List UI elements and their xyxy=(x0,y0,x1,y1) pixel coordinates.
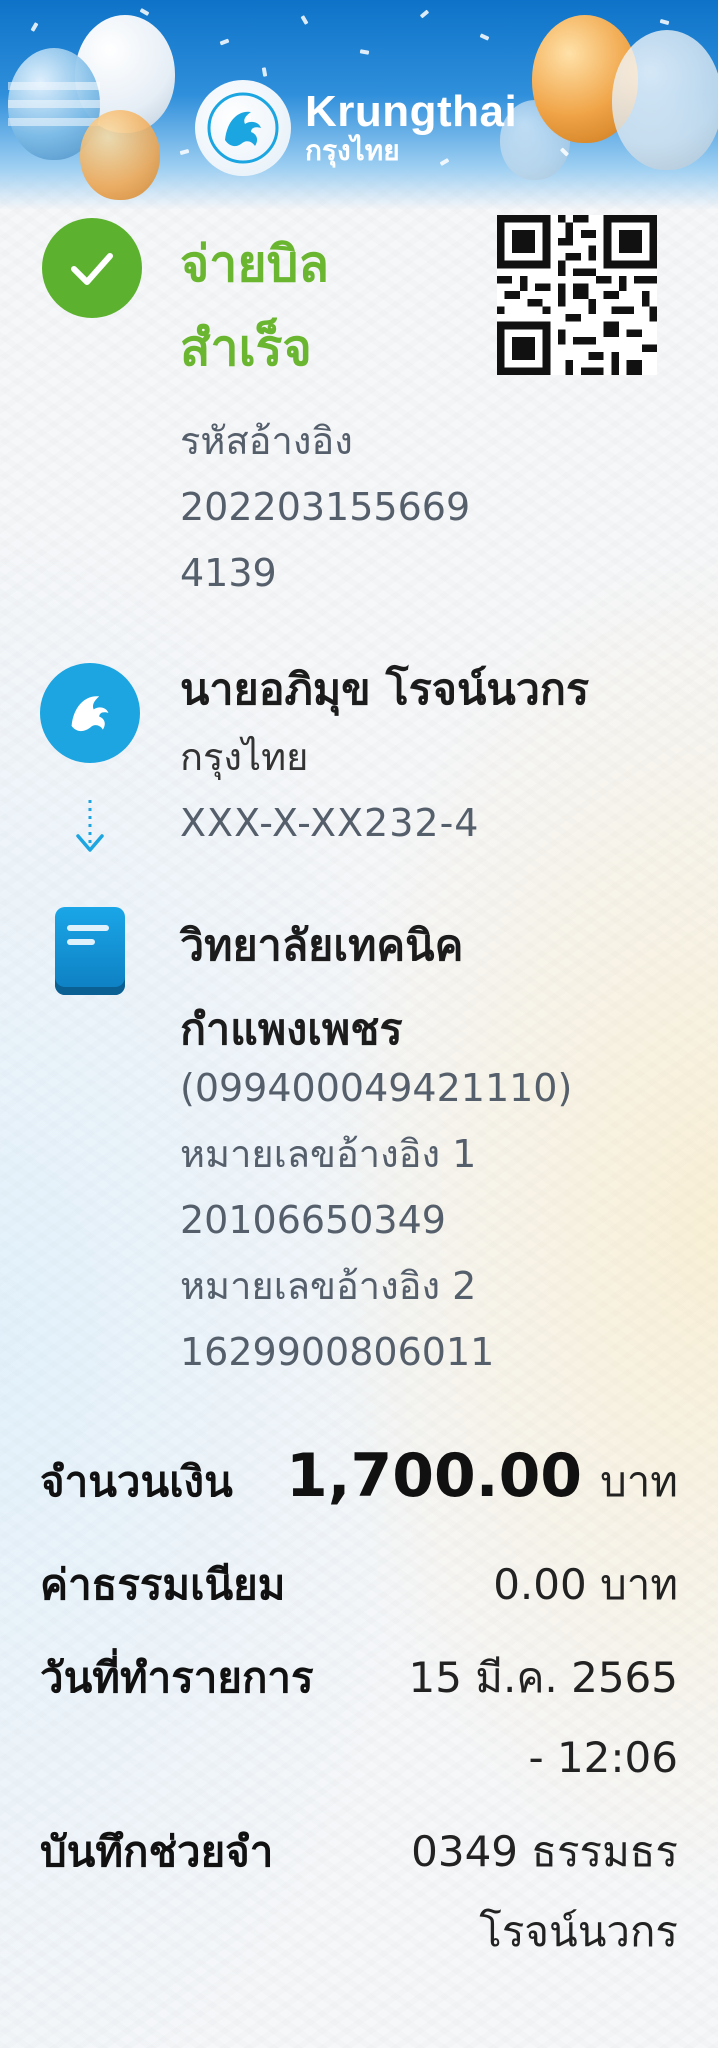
krungthai-bird-icon xyxy=(195,79,291,176)
payee-ref2-label: หมายเลขอ้างอิง 2 xyxy=(180,1264,477,1308)
balloon-decoration xyxy=(80,110,160,200)
bill-document-icon xyxy=(55,907,125,995)
brand-name-en: Krungthai xyxy=(305,86,518,136)
status-title-line2: สำเร็จ xyxy=(180,319,312,377)
sender-account: XXX-X-XX232-4 xyxy=(180,801,480,845)
memo-line2: โรจน์นวกร xyxy=(479,1907,678,1956)
memo-label: บันทึกช่วยจำ xyxy=(40,1827,274,1876)
confetti xyxy=(30,22,39,32)
reference-value: 2022031556694139 xyxy=(180,485,471,595)
confetti xyxy=(179,148,190,156)
header-banner: Krungthai กรุงไทย xyxy=(0,0,718,210)
date-line1: 15 มี.ค. 2565 xyxy=(408,1653,678,1702)
brand-name-th: กรุงไทย xyxy=(305,133,400,167)
reference-label: รหัสอ้างอิง xyxy=(180,419,353,463)
memo-line1: 0349 ธรรมธร xyxy=(411,1827,678,1876)
amount-unit: บาท xyxy=(600,1457,678,1506)
confetti xyxy=(219,38,230,46)
check-circle-icon xyxy=(42,218,142,318)
amount-row-value: 1,700.00 บาท xyxy=(286,1436,678,1522)
confetti xyxy=(659,18,670,26)
status-title: จ่ายบิล สำเร็จ xyxy=(180,222,480,390)
status-title-line1: จ่ายบิล xyxy=(180,235,330,293)
date-label: วันที่ทำรายการ xyxy=(40,1653,314,1702)
payee-ref1-value: 20106650349 xyxy=(180,1198,446,1242)
fee-value: 0.00 บาท xyxy=(493,1560,678,1609)
krungthai-logo: Krungthai กรุงไทย xyxy=(195,75,517,180)
confetti xyxy=(300,15,309,25)
sender-name: นายอภิมุข โรจน์นวกร xyxy=(180,665,590,715)
qr-code[interactable] xyxy=(497,215,657,375)
confetti xyxy=(479,33,490,41)
sender-bank: กรุงไทย xyxy=(180,735,309,779)
amount-value: 1,700.00 xyxy=(285,1441,583,1511)
payee-tax-id: (099400049421110) xyxy=(180,1066,573,1110)
confetti xyxy=(359,49,370,55)
arrow-down-icon xyxy=(76,800,104,852)
krungthai-bank-icon xyxy=(40,663,140,763)
confetti xyxy=(419,9,430,19)
confetti xyxy=(139,8,150,16)
payee-name: วิทยาลัยเทคนิคกำแพงเพชร xyxy=(180,921,464,1055)
balloon-decoration xyxy=(612,30,718,170)
payee-ref2-value: 1629900806011 xyxy=(180,1330,495,1374)
fee-label: ค่าธรรมเนียม xyxy=(40,1560,286,1609)
payee-ref1-label: หมายเลขอ้างอิง 1 xyxy=(180,1132,477,1176)
amount-label: จำนวนเงิน xyxy=(40,1457,233,1506)
date-line2: - 12:06 xyxy=(528,1733,678,1782)
